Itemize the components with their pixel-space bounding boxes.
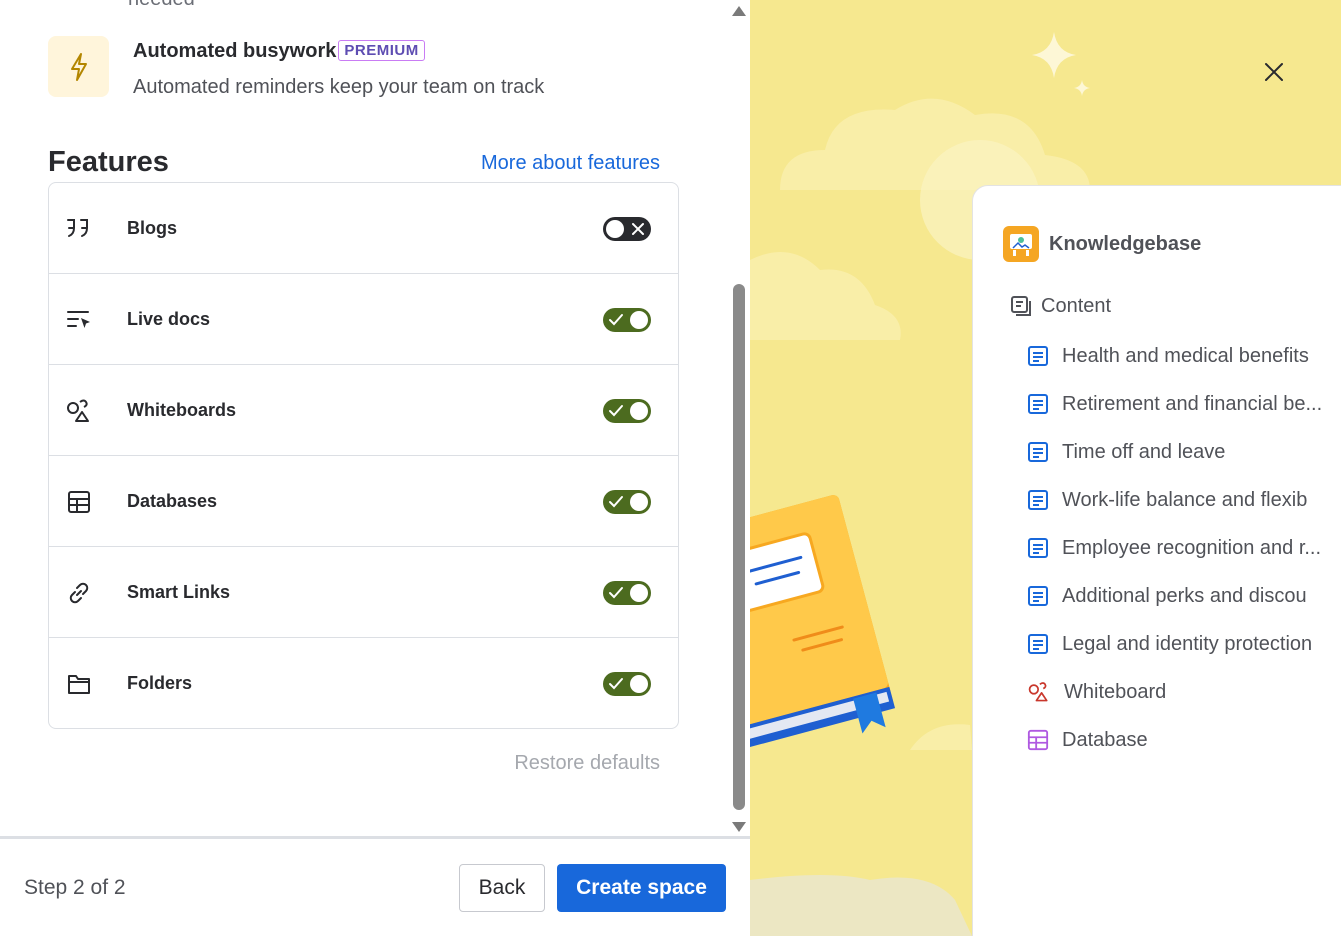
folders-toggle[interactable]	[603, 672, 651, 696]
page-icon	[1028, 586, 1048, 606]
close-icon	[1265, 63, 1283, 81]
feature-row-databases: Databases	[49, 456, 678, 547]
whiteboard-icon	[65, 397, 93, 425]
tree-item-label: Legal and identity protection	[1062, 632, 1313, 655]
close-icon	[632, 223, 644, 235]
databases-toggle[interactable]	[603, 490, 651, 514]
scroll-up-arrow-icon[interactable]	[732, 6, 746, 16]
tree-item-label: Retirement and financial be...	[1062, 392, 1323, 415]
features-heading: Features	[48, 146, 169, 178]
toggle-knob	[630, 493, 648, 511]
check-icon	[609, 496, 623, 508]
toggle-knob	[606, 220, 624, 238]
whiteboard-icon	[1028, 682, 1048, 702]
smart-links-toggle[interactable]	[603, 581, 651, 605]
check-icon	[609, 587, 623, 599]
database-icon	[65, 488, 93, 516]
space-settings-panel: needed Automated busyworkPREMIUM Automat…	[0, 0, 750, 936]
feature-label-blogs: Blogs	[127, 218, 178, 238]
space-avatar-icon	[1003, 226, 1039, 262]
feature-row-blogs: Blogs	[49, 183, 678, 274]
tree-item-page: Legal and identity protection	[1027, 620, 1322, 668]
settings-scroll-area: needed Automated busyworkPREMIUM Automat…	[0, 0, 728, 836]
automation-description: Automated reminders keep your team on tr…	[133, 76, 545, 98]
scrollbar-thumb[interactable]	[733, 284, 745, 810]
tree-item-page: Employee recognition and r...	[1027, 524, 1322, 572]
content-icon	[1011, 296, 1031, 316]
quote-icon	[65, 215, 93, 243]
dialog-footer: Step 2 of 2 Back Create space	[0, 836, 750, 936]
toggle-knob	[630, 311, 648, 329]
scroll-down-arrow-icon[interactable]	[732, 822, 746, 832]
database-icon	[1027, 729, 1049, 751]
feature-row-folders: Folders	[49, 638, 678, 729]
tree-item-page: Work-life balance and flexib	[1027, 476, 1322, 524]
check-icon	[609, 405, 623, 417]
page-icon	[1028, 634, 1048, 654]
live-doc-icon	[65, 306, 93, 334]
tree-item-label: Database	[1062, 728, 1148, 751]
truncated-text: needed	[128, 0, 195, 11]
preview-content-header: Content	[1009, 294, 1111, 318]
feature-row-live-docs: Live docs	[49, 274, 678, 365]
page-icon	[1028, 442, 1048, 462]
features-list: Blogs Live docs Whiteboards Databases Sm…	[48, 182, 679, 729]
tree-item-page: Health and medical benefits	[1027, 332, 1322, 380]
feature-label-live-docs: Live docs	[127, 309, 211, 329]
settings-scrollbar[interactable]	[728, 0, 750, 836]
restore-defaults-button[interactable]: Restore defaults	[514, 752, 660, 775]
automation-title-text: Automated busywork	[133, 40, 337, 62]
tree-item-label: Work-life balance and flexib	[1062, 488, 1308, 511]
tree-item-label: Whiteboard	[1064, 680, 1167, 703]
page-icon	[1028, 346, 1048, 366]
feature-label-smart-links: Smart Links	[127, 582, 231, 602]
automation-row: Automated busywork PREMIUM Automated remi…	[48, 36, 688, 98]
live-docs-toggle[interactable]	[603, 308, 651, 332]
tree-item-label: Health and medical benefits	[1062, 344, 1309, 367]
preview-space-header: Knowledgebase	[1003, 226, 1201, 262]
preview-space-name: Knowledgebase	[1049, 232, 1202, 255]
back-button[interactable]: Back	[459, 864, 545, 912]
tree-item-page: Time off and leave	[1027, 428, 1322, 476]
tree-item-page: Retirement and financial be...	[1027, 380, 1322, 428]
create-space-button[interactable]: Create space	[557, 864, 726, 912]
feature-row-whiteboards: Whiteboards	[49, 365, 678, 456]
tree-item-database: Database	[1027, 716, 1322, 764]
check-icon	[609, 314, 623, 326]
automation-title: Automated busywork PREMIUM	[133, 40, 425, 63]
feature-label-folders: Folders	[127, 673, 193, 693]
blogs-toggle[interactable]	[603, 217, 651, 241]
link-icon	[65, 579, 93, 607]
tree-item-label: Additional perks and discou	[1062, 584, 1307, 607]
check-icon	[609, 678, 623, 690]
tree-item-whiteboard: Whiteboard	[1027, 668, 1322, 716]
preview-content-label: Content	[1041, 294, 1112, 317]
more-about-features-link[interactable]: More about features	[481, 152, 660, 175]
tree-item-label: Employee recognition and r...	[1062, 536, 1322, 559]
page-icon	[1028, 538, 1048, 558]
space-preview-panel: Knowledgebase Content Health and medical…	[750, 0, 1341, 936]
page-icon	[1028, 394, 1048, 414]
tree-item-label: Time off and leave	[1062, 440, 1226, 463]
folder-icon	[65, 670, 93, 698]
toggle-knob	[630, 584, 648, 602]
feature-row-smart-links: Smart Links	[49, 547, 678, 638]
whiteboards-toggle[interactable]	[603, 399, 651, 423]
close-button[interactable]	[1258, 56, 1290, 88]
lightning-icon	[48, 36, 109, 97]
preview-page-tree: Health and medical benefits Retirement a…	[1027, 332, 1322, 764]
feature-label-databases: Databases	[127, 491, 218, 511]
step-indicator: Step 2 of 2	[24, 876, 126, 899]
tree-item-page: Additional perks and discou	[1027, 572, 1322, 620]
page-icon	[1028, 490, 1048, 510]
feature-label-whiteboards: Whiteboards	[127, 400, 237, 420]
toggle-knob	[630, 675, 648, 693]
toggle-knob	[630, 402, 648, 420]
preview-sidebar-card: Knowledgebase Content Health and medical…	[972, 185, 1341, 936]
premium-badge: PREMIUM	[338, 40, 425, 61]
